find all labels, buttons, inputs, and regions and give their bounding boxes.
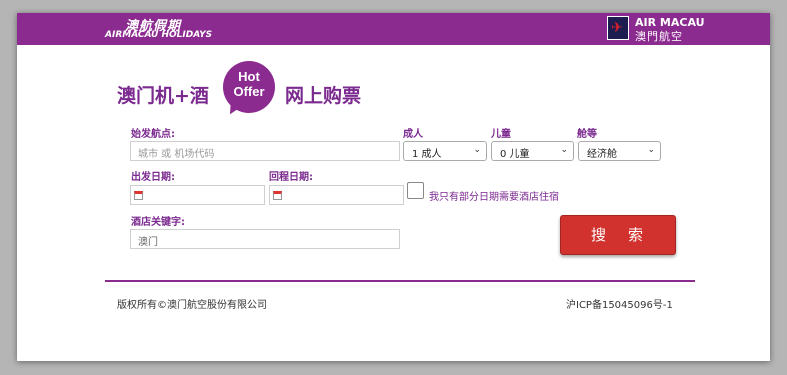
footer-divider (105, 280, 695, 282)
adult-select-value: 1 成人 (412, 149, 442, 160)
origin-label: 始发航点: (131, 129, 175, 140)
holidays-logo-en: AIRMACAU HOLIDAYS (105, 30, 213, 40)
partial-hotel-checkbox[interactable] (407, 182, 424, 199)
search-button[interactable]: 搜索 (560, 215, 676, 255)
lotus-logo-icon: ✈ (607, 16, 629, 40)
origin-input[interactable]: 城市 或 机场代码 (130, 141, 400, 161)
cabin-select-value: 经济舱 (587, 149, 617, 160)
air-macau-logo[interactable]: ✈ AIR MACAU 澳門航空 (607, 15, 707, 43)
hotel-keyword-label: 酒店关键字: (131, 217, 185, 228)
child-select-value: 0 儿童 (500, 149, 530, 160)
icp-number[interactable]: 沪ICP备15045096号-1 (566, 296, 673, 311)
child-label: 儿童 (491, 129, 511, 140)
header-bar: 澳航假期 AIRMACAU HOLIDAYS ✈ AIR MACAU 澳門航空 (17, 13, 770, 45)
hot-offer-line2: Offer (233, 84, 265, 99)
depart-date-input[interactable] (130, 185, 265, 205)
chevron-down-icon: ⌄ (560, 145, 568, 155)
hot-offer-line1: Hot (238, 69, 260, 84)
hot-offer-badge: Hot Offer (223, 61, 275, 118)
return-date-label: 回程日期: (269, 172, 313, 183)
cabin-label: 舱等 (577, 129, 597, 140)
return-date-input[interactable] (269, 185, 404, 205)
calendar-icon[interactable] (273, 191, 282, 200)
adult-label: 成人 (403, 129, 423, 140)
copyright-text: 版权所有©澳门航空股份有限公司 (117, 300, 267, 311)
airmacau-holidays-logo[interactable]: 澳航假期 AIRMACAU HOLIDAYS (105, 15, 212, 43)
depart-date-label: 出发日期: (131, 172, 175, 183)
hotel-keyword-input[interactable]: 澳门 (130, 229, 400, 249)
partial-hotel-label[interactable]: 我只有部分日期需要酒店住宿 (429, 188, 559, 203)
calendar-icon[interactable] (134, 191, 143, 200)
air-macau-logo-cn: 澳門航空 (635, 30, 683, 43)
child-select[interactable]: 0 儿童 ⌄ (491, 141, 574, 161)
promo-title-right: 网上购票 (285, 85, 362, 107)
promo-title-left: 澳门机+酒 (117, 85, 209, 107)
chevron-down-icon: ⌄ (647, 145, 655, 155)
cabin-select[interactable]: 经济舱 ⌄ (578, 141, 661, 161)
speech-bubble-tail (224, 100, 242, 118)
page-frame: 澳航假期 AIRMACAU HOLIDAYS ✈ AIR MACAU 澳門航空 … (17, 13, 770, 361)
chevron-down-icon: ⌄ (473, 145, 481, 155)
adult-select[interactable]: 1 成人 ⌄ (403, 141, 487, 161)
